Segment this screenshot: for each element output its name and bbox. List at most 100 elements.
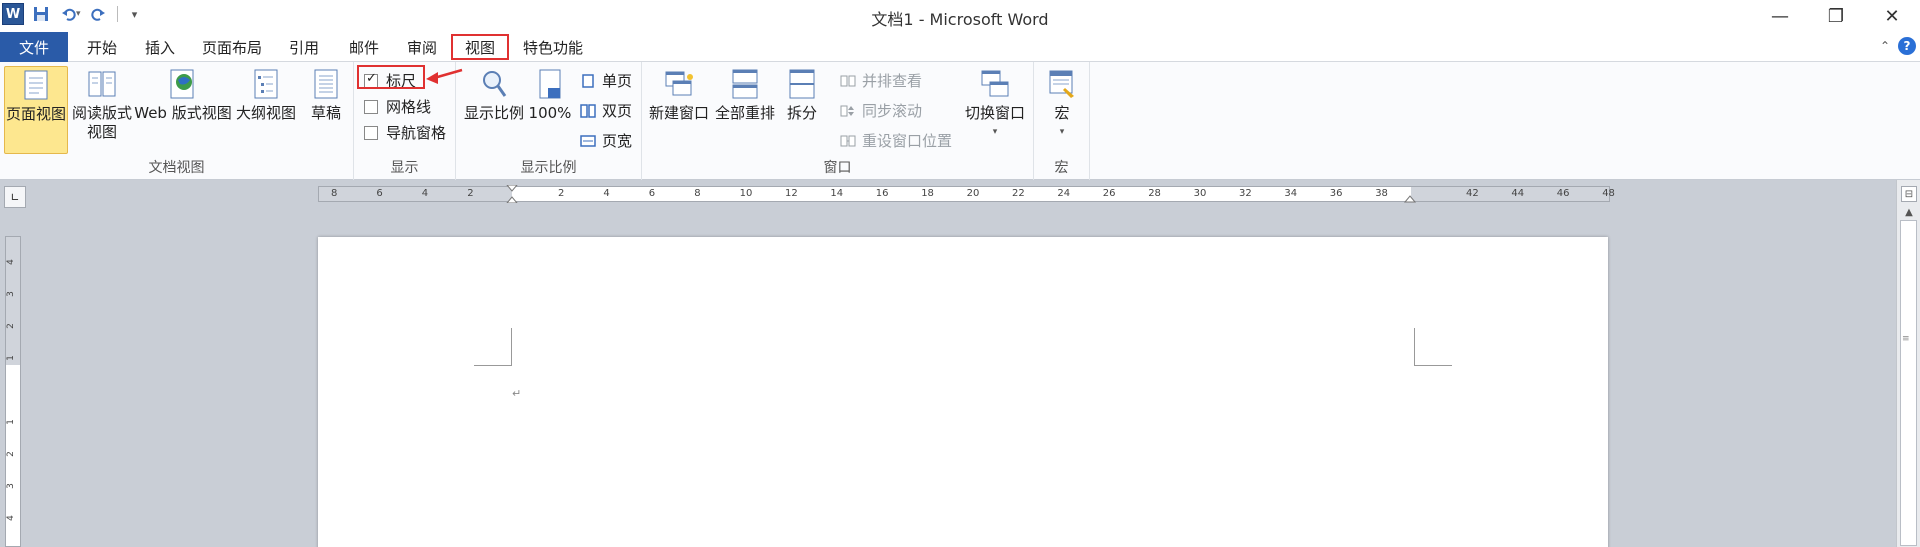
switch-windows-button[interactable]: 切换窗口 ▾ <box>962 66 1028 142</box>
tab-selector-button[interactable]: ∟ <box>4 186 26 208</box>
sync-scroll-icon <box>840 105 854 116</box>
ruler-tick-label: 18 <box>921 188 934 199</box>
vruler-top-margin <box>6 237 20 365</box>
help-icon[interactable]: ? <box>1898 37 1916 55</box>
draft-button[interactable]: 草稿 <box>302 66 350 123</box>
split-button[interactable]: 拆分 <box>780 66 824 123</box>
gridlines-checkbox-box[interactable] <box>364 99 378 114</box>
ruler-tick-label: 10 <box>739 188 753 199</box>
vruler-tick-label: 4 <box>5 259 16 265</box>
horizontal-ruler[interactable]: 8 6 4 2 2 4 6 8 10 12 14 16 18 20 22 24 26 28 30 32 34 36 38 42… <box>318 185 1615 203</box>
tab-mailings[interactable]: 邮件 <box>338 34 390 60</box>
tab-special-features[interactable]: 特色功能 <box>516 34 590 60</box>
restore-icon[interactable]: ❐ <box>1808 0 1864 32</box>
tab-file[interactable]: 文件 <box>0 32 68 62</box>
page-width-button[interactable]: 页宽 <box>580 130 632 151</box>
one-page-icon <box>582 73 594 88</box>
gridlines-checkbox[interactable]: 网格线 <box>364 96 431 117</box>
group-zoom: 显示比例 100% 单页 双页 页宽 显示比例 <box>456 62 642 180</box>
ruler-tick-label: 6 <box>376 188 383 199</box>
tab-page-layout[interactable]: 页面布局 <box>196 34 268 60</box>
two-pages-icon <box>580 103 596 118</box>
arrange-all-label: 全部重排 <box>714 104 775 122</box>
crop-mark-right <box>1414 328 1452 366</box>
help-area: ⌃ ? <box>1880 37 1916 55</box>
zoom-button[interactable]: 显示比例 <box>462 66 526 123</box>
tab-view[interactable]: 视图 <box>451 34 509 60</box>
minimize-ribbon-icon[interactable]: ⌃ <box>1880 39 1890 53</box>
ruler-tick-label: 12 <box>785 188 798 199</box>
arrange-all-button[interactable]: 全部重排 <box>712 66 778 123</box>
right-indent-marker-icon[interactable] <box>1404 193 1416 203</box>
vruler-tick-label: 4 <box>5 515 16 521</box>
ruler-tick-label: 4 <box>603 188 610 199</box>
reset-window-position-label: 重设窗口位置 <box>862 132 953 150</box>
ruler-tick-label: 16 <box>875 188 889 199</box>
group-macros: 宏 ▾ 宏 <box>1034 62 1090 180</box>
arrange-all-icon <box>732 69 758 99</box>
crop-mark-left <box>474 328 512 366</box>
ruler-tick-label: 2 <box>558 188 565 199</box>
window-title: 文档1 - Microsoft Word <box>871 10 1049 29</box>
close-icon[interactable]: ✕ <box>1864 0 1920 32</box>
view-side-by-side-label: 并排查看 <box>862 72 923 90</box>
new-window-button[interactable]: 新建窗口 <box>646 66 712 123</box>
scroll-up-icon[interactable]: ▲ <box>1901 204 1917 220</box>
one-page-button[interactable]: 单页 <box>580 70 632 91</box>
ruler-tick-label: 4 <box>421 188 429 199</box>
ruler-tick-label: 14 <box>830 188 844 199</box>
one-page-label: 单页 <box>602 72 633 90</box>
navigation-pane-checkbox[interactable]: 导航窗格 <box>364 122 446 143</box>
ruler-tick-label: 48 <box>1602 188 1615 199</box>
window-controls: — ❐ ✕ <box>1752 0 1920 32</box>
ribbon: 页面视图 阅读版式 视图 Web 版式视图 大纲视图 草稿 文档视图 标尺 网格… <box>0 62 1920 180</box>
full-screen-reading-button[interactable]: 阅读版式 视图 <box>70 66 134 142</box>
vruler-tick-label: 3 <box>5 483 16 489</box>
outline-button[interactable]: 大纲视图 <box>234 66 298 123</box>
vruler-tick-label: 3 <box>5 291 16 297</box>
two-pages-label: 双页 <box>602 102 633 120</box>
print-layout-button[interactable]: 页面视图 <box>4 66 68 154</box>
print-layout-label: 页面视图 <box>5 105 66 123</box>
navigation-pane-checkbox-label: 导航窗格 <box>386 124 447 142</box>
macros-dropdown-icon: ▾ <box>1059 127 1065 137</box>
web-layout-button[interactable]: Web 版式视图 <box>134 66 232 123</box>
title-bar: W ▾ ▾ 文档1 - Microsoft Word — ❐ ✕ <box>0 0 1920 32</box>
zoom-label: 显示比例 <box>463 104 524 122</box>
split-label: 拆分 <box>786 104 817 122</box>
ruler-right-margin <box>1411 187 1609 201</box>
minimize-icon[interactable]: — <box>1752 0 1808 32</box>
vertical-scrollbar[interactable]: ⊟ ▲ ≡ <box>1896 180 1920 547</box>
scrollbar-thumb[interactable] <box>1900 220 1917 546</box>
switch-windows-label: 切换窗口 <box>964 104 1025 122</box>
reset-window-icon <box>840 135 856 146</box>
zoom-100-button[interactable]: 100% <box>528 66 572 123</box>
view-side-by-side-button[interactable]: 并排查看 <box>840 70 922 91</box>
synchronous-scrolling-button[interactable]: 同步滚动 <box>840 100 922 121</box>
two-pages-button[interactable]: 双页 <box>580 100 632 121</box>
ruler-left-margin <box>319 187 512 201</box>
tab-home[interactable]: 开始 <box>76 34 128 60</box>
reading-view-icon <box>88 71 116 97</box>
document-page[interactable]: ↵ <box>318 237 1608 547</box>
ruler-tick-label: 28 <box>1148 188 1161 199</box>
ruler-tick-label: 22 <box>1012 188 1025 199</box>
ruler-tick-label: 8 <box>331 188 338 199</box>
ruler-tick-label: 34 <box>1284 188 1298 199</box>
reset-window-position-button[interactable]: 重设窗口位置 <box>840 130 952 151</box>
vertical-ruler[interactable]: 4 3 2 1 1 2 3 4 <box>5 236 21 547</box>
tab-references[interactable]: 引用 <box>278 34 330 60</box>
outline-icon <box>254 69 278 99</box>
page-width-label: 页宽 <box>602 132 633 150</box>
tab-review[interactable]: 审阅 <box>396 34 448 60</box>
macros-button[interactable]: 宏 ▾ <box>1040 66 1084 142</box>
indent-marker-icon[interactable] <box>505 185 519 203</box>
zoom-100-icon <box>539 69 561 99</box>
ruler-toggle-icon[interactable]: ⊟ <box>1901 186 1917 202</box>
tab-insert[interactable]: 插入 <box>134 34 186 60</box>
vruler-tick-label: 2 <box>5 451 16 457</box>
reading-view-label: 阅读版式 视图 <box>71 104 132 141</box>
navigation-pane-checkbox-box[interactable] <box>364 125 378 140</box>
ribbon-tabs: 文件 开始 插入 页面布局 引用 邮件 审阅 视图 特色功能 ⌃ ? <box>0 32 1920 62</box>
switch-windows-dropdown-icon: ▾ <box>992 127 998 137</box>
